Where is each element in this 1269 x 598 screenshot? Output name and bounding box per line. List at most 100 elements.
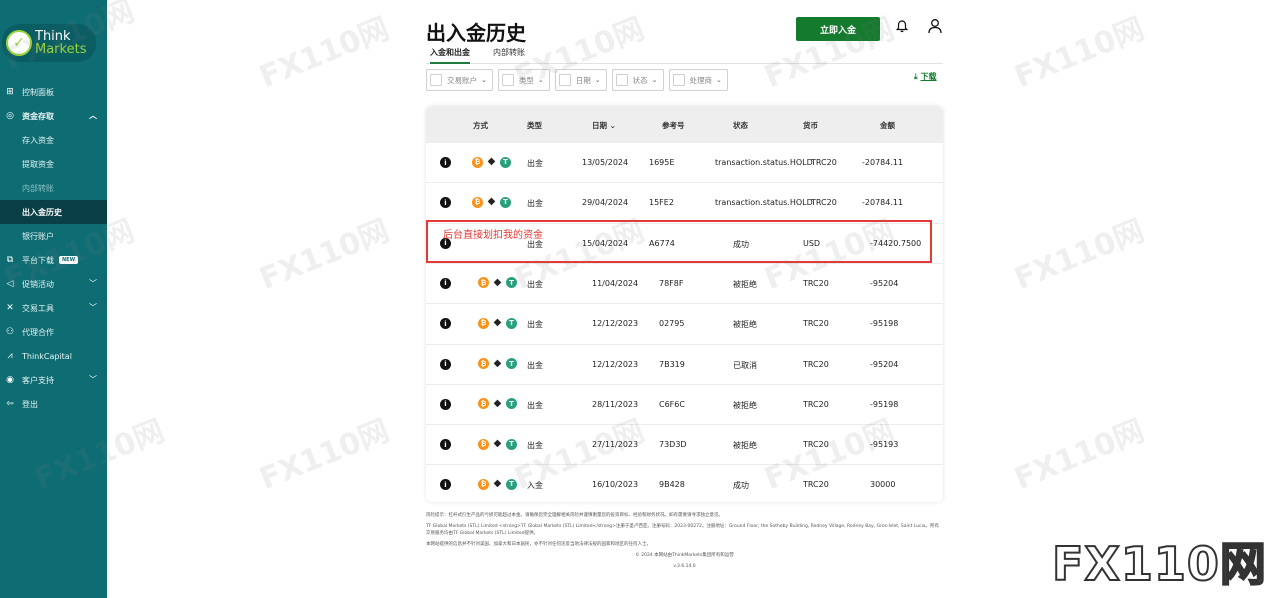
payment-methods: ₿ ◆ T (472, 196, 511, 208)
footer-notice: 本网站提供的信息并不针对美国、加拿大和日本居民，亦不针对任何违反当地法律法规的国… (426, 542, 651, 547)
sidebar-item-funds[interactable]: ◎ 资金存取 ︿ (0, 104, 107, 128)
sidebar-item-trading-tools[interactable]: ✕ 交易工具 ﹀ (0, 296, 107, 320)
checkbox[interactable] (615, 74, 628, 86)
checkbox[interactable] (501, 74, 514, 86)
megaphone-icon: ◁ (6, 279, 14, 289)
table-row[interactable]: i ₿ ◆ T 出金 13/05/2024 1695E transaction.status.… (426, 142, 943, 182)
sidebar-nav: ⊞ 控制面板 ◎ 资金存取 ︿ 存入资金 提取资金 内部转账 出入金历史 银行账… (0, 80, 107, 416)
tab-internal-transfer[interactable]: 内部转账 (493, 47, 525, 64)
cell-ref: 1695E (649, 158, 675, 167)
download-platform-icon: ⧉ (6, 255, 14, 265)
info-icon[interactable]: i (440, 358, 451, 370)
col-status: 状态 (733, 121, 748, 130)
user-icon[interactable] (928, 18, 942, 34)
footer-risk: 风险提示：杠杆式衍生产品的亏损可能超过本金。请确保您完全理解相关风险并谨慎衡量您… (426, 513, 723, 518)
cell-status: 被拒绝 (733, 279, 757, 289)
chevron-down-icon: ⌄ (537, 76, 544, 84)
info-icon[interactable]: i (440, 157, 451, 168)
table-row[interactable]: i ₿ ◆ T 入金 16/10/2023 9B428 成功 TRC20 30000 (426, 464, 943, 502)
tether-icon: T (506, 277, 517, 289)
cell-date: 13/05/2024 (582, 158, 629, 167)
table-row[interactable]: i ₿ ◆ T 出金 12/12/2023 02795 被拒绝 TRC20 -95198 (426, 303, 943, 343)
cell-type: 出金 (527, 199, 543, 209)
info-icon[interactable]: i (440, 479, 451, 491)
sidebar-item-label: 内部转账 (22, 183, 54, 193)
sidebar-item-platform-download[interactable]: ⧉ 平台下载 NEW (0, 248, 107, 272)
filter-trading-account[interactable]: 交易账户 ⌄ (426, 69, 493, 91)
info-icon[interactable]: i (440, 398, 451, 410)
cell-type: 入金 (527, 481, 543, 491)
history-table: 方式 类型 日期 ⌄ 参考号 状态 货币 金额 i ₿ ◆ T 出金 13/05/2024… (426, 106, 943, 502)
filter-bar: 交易账户 ⌄ 类型 ⌄ 日期 ⌄ 状态 ⌄ 处理商 ⌄ (426, 69, 728, 91)
info-icon[interactable]: i (440, 277, 451, 289)
checkbox[interactable] (672, 74, 685, 86)
thinkmarkets-logo[interactable]: ✓ Think Markets (2, 24, 96, 62)
col-method: 方式 (473, 121, 488, 130)
table-row[interactable]: i ₿ ◆ T 出金 29/04/2024 15FE2 transaction.status.… (426, 182, 943, 222)
support-icon: ◉ (6, 375, 14, 385)
payment-methods: ₿ ◆ T (478, 317, 517, 329)
chevron-down-icon: ﹀ (89, 279, 97, 288)
bitcoin-icon: ₿ (472, 156, 483, 168)
payment-methods: ₿ ◆ T (478, 438, 517, 450)
logo-text: Think Markets (35, 30, 86, 56)
filter-status[interactable]: 状态 ⌄ (611, 69, 664, 91)
sidebar-item-bank-accounts[interactable]: 银行账户 (0, 224, 107, 248)
footer-company: TF Global Markets (STL) Limited <strong>… (426, 524, 940, 536)
cell-date: 12/12/2023 (592, 319, 639, 329)
tether-icon: T (506, 478, 517, 490)
sidebar-item-history[interactable]: 出入金历史 (0, 200, 107, 224)
watermark: FX110网 (1009, 413, 1150, 497)
cell-status: 被拒绝 (733, 441, 757, 451)
download-link[interactable]: ⤓ 下载 (914, 71, 937, 82)
annotation-text: 后台直接划扣我的资金 (443, 230, 543, 241)
sidebar-item-logout[interactable]: ⇦ 登出 (0, 392, 107, 416)
checkbox[interactable] (430, 74, 442, 86)
sidebar-item-label: 代理合作 (22, 327, 54, 337)
logout-icon: ⇦ (6, 399, 14, 409)
cell-ref: C6F6C (659, 399, 685, 409)
sidebar-item-dashboard[interactable]: ⊞ 控制面板 (0, 80, 107, 104)
sidebar-item-label: 客户支持 (22, 375, 54, 385)
table-row[interactable]: i ₿ ◆ T 出金 28/11/2023 C6F6C 被拒绝 TRC20 -95198 (426, 383, 943, 424)
cell-status: 被拒绝 (733, 320, 757, 330)
sidebar-item-support[interactable]: ◉ 客户支持 ﹀ (0, 368, 107, 392)
deposit-now-button[interactable]: 立即入金 (796, 17, 880, 41)
watermark: FX110网 (254, 11, 395, 95)
info-icon[interactable]: i (440, 318, 451, 330)
filter-processor[interactable]: 处理商 ⌄ (668, 69, 728, 91)
table-row[interactable]: i ₿ ◆ T 出金 12/12/2023 7B319 已取消 TRC20 -95204 (426, 343, 943, 384)
filter-date[interactable]: 日期 ⌄ (554, 69, 607, 91)
col-amount: 金额 (880, 121, 895, 130)
sidebar-item-label: 控制面板 (22, 87, 54, 97)
col-date[interactable]: 日期 ⌄ (592, 120, 616, 131)
chevron-up-icon: ︿ (89, 111, 97, 120)
info-icon[interactable]: i (440, 439, 451, 451)
cell-type: 出金 (527, 441, 543, 451)
footer: 风险提示：杠杆式衍生产品的亏损可能超过本金。请确保您完全理解相关风险并谨慎衡量您… (426, 512, 943, 574)
tab-deposits-withdrawals[interactable]: 入金和出金 (430, 47, 470, 64)
bell-icon[interactable] (895, 20, 909, 36)
sidebar-item-label: 资金存取 (22, 111, 54, 121)
table-row[interactable]: i ₿ ◆ T 出金 11/04/2024 78F8F 被拒绝 TRC20 -95204 (426, 262, 943, 303)
sidebar-item-deposit[interactable]: 存入资金 (0, 128, 107, 152)
cell-amount: -95204 (870, 278, 899, 288)
sidebar-item-withdraw[interactable]: 提取资金 (0, 152, 107, 176)
filter-label: 日期 (575, 75, 591, 85)
sidebar-item-label: 促销活动 (22, 279, 54, 289)
cell-amount: -95198 (870, 319, 899, 329)
col-currency: 货币 (803, 121, 818, 130)
payment-methods: ₿ ◆ T (478, 398, 517, 410)
sidebar-item-thinkcapital[interactable]: ⩘ ThinkCapital (0, 344, 107, 368)
filter-type[interactable]: 类型 ⌄ (497, 69, 550, 91)
checkbox[interactable] (558, 74, 571, 86)
sidebar-item-label: ThinkCapital (22, 351, 72, 361)
tether-icon: T (506, 438, 517, 450)
table-row[interactable]: i ₿ ◆ T 出金 27/11/2023 73D3D 被拒绝 TRC20 -95193 (426, 424, 943, 464)
dashboard-icon: ⊞ (6, 87, 14, 97)
sidebar-item-partners[interactable]: ⚇ 代理合作 (0, 320, 107, 344)
info-icon[interactable]: i (440, 197, 451, 209)
sidebar-item-internal-transfer[interactable]: 内部转账 (0, 176, 107, 200)
ethereum-icon: ◆ (487, 156, 496, 167)
sidebar-item-promotions[interactable]: ◁ 促销活动 ﹀ (0, 272, 107, 296)
